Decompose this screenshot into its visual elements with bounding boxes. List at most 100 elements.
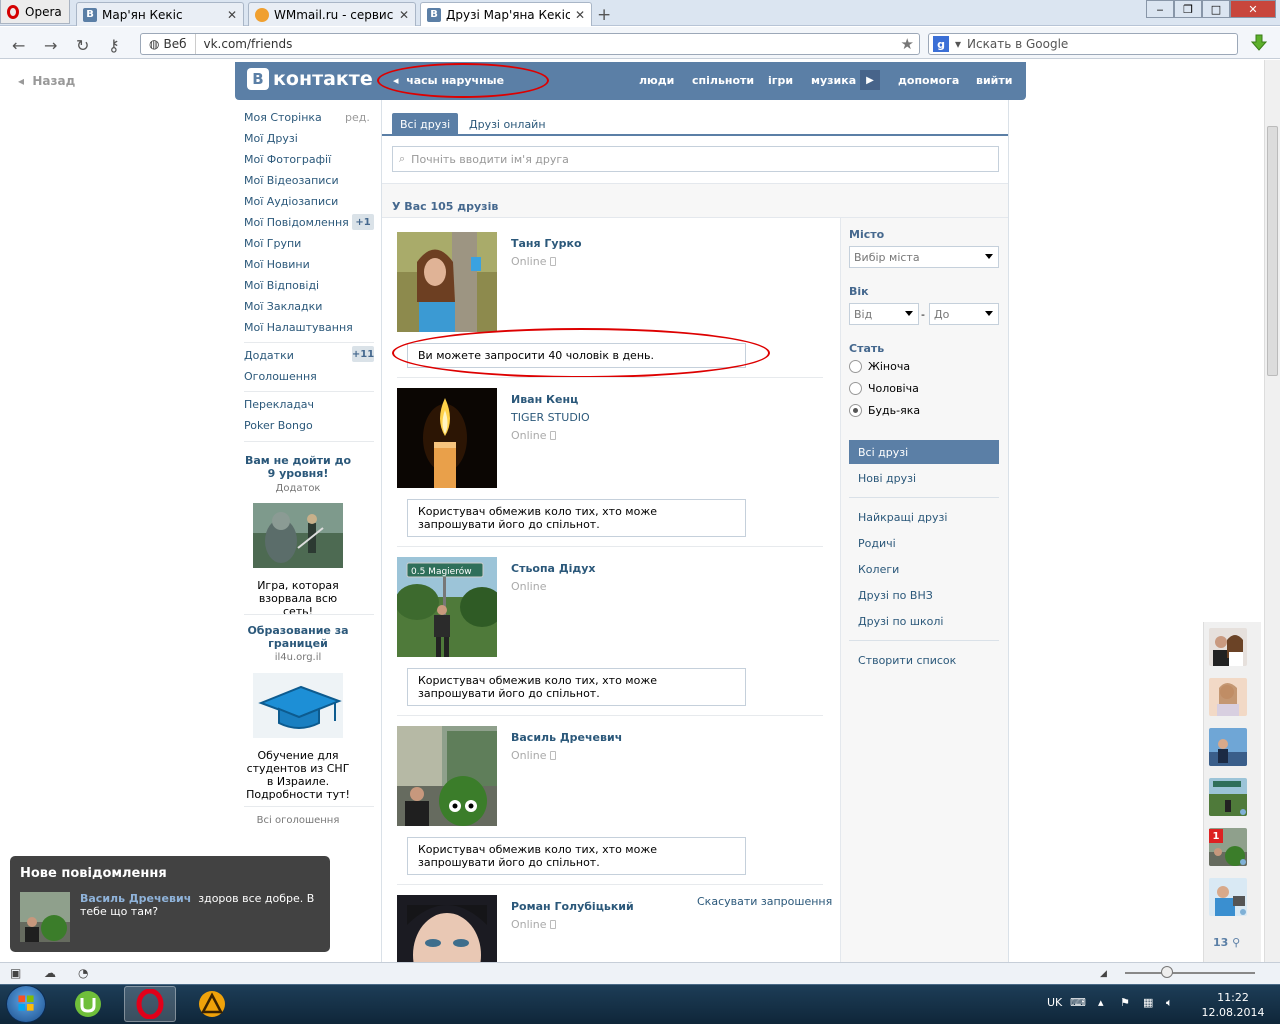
friend-avatar[interactable] [397, 726, 497, 826]
nav-music[interactable]: музика [811, 74, 856, 87]
friend-avatar[interactable] [397, 232, 497, 332]
list-all-friends[interactable]: Всі друзі [849, 440, 999, 464]
nav-people[interactable]: люди [639, 74, 674, 87]
keyboard-icon[interactable]: ⌨ [1070, 996, 1086, 1009]
cancel-invite-link[interactable]: Скасувати запрошення [697, 895, 832, 908]
tab-2[interactable]: WMmail.ru - сервис п... ✕ [248, 2, 416, 26]
taskbar-clock[interactable]: 11:22 12.08.2014 [1198, 990, 1268, 1020]
tab-all-friends[interactable]: Всі друзі [392, 113, 459, 135]
ad-1-title[interactable]: Вам не дойти до 9 уровня! [244, 454, 352, 480]
online-count[interactable]: 13 ⚲ [1213, 936, 1240, 949]
minimize-button[interactable]: ‒ [1146, 0, 1174, 18]
aimp-taskbar-button[interactable] [186, 986, 238, 1022]
page-scrollbar[interactable] [1264, 60, 1280, 962]
age-to-select[interactable]: До [929, 303, 999, 325]
friend-avatar[interactable] [397, 388, 497, 488]
nav-apps[interactable]: Додатки [244, 349, 294, 362]
nav-my-news[interactable]: Мої Новини [244, 258, 310, 271]
download-icon[interactable] [1250, 34, 1268, 52]
notification-avatar[interactable] [20, 892, 70, 942]
ad-2-image[interactable] [253, 673, 343, 738]
url-text[interactable]: vk.com/friends [196, 37, 293, 51]
radio-female[interactable]: Жіноча [849, 360, 910, 373]
list-relatives[interactable]: Родичі [858, 537, 896, 550]
age-from-select[interactable]: Від [849, 303, 919, 325]
address-mode[interactable]: ◍ Веб [141, 34, 196, 54]
nav-poker-bongo[interactable]: Poker Bongo [244, 419, 313, 432]
search-field[interactable]: g ▾ Искать в Google [928, 33, 1238, 55]
opera-menu-button[interactable]: Opera [0, 0, 70, 24]
cloud-icon[interactable]: ☁ [44, 966, 56, 980]
ad-1-text[interactable]: Игра, которая взорвала всю сеть! [244, 579, 352, 618]
nav-my-audio[interactable]: Мої Аудіозаписи [244, 195, 338, 208]
friend-name[interactable]: Роман Голубіцький [511, 900, 634, 913]
friend-name[interactable]: Иван Кенц [511, 393, 578, 406]
close-tab-icon[interactable]: ✕ [575, 8, 585, 22]
tray-expand-icon[interactable]: ▴ [1098, 996, 1104, 1009]
nav-my-groups[interactable]: Мої Групи [244, 237, 301, 250]
nav-my-videos[interactable]: Мої Відеозаписи [244, 174, 339, 187]
nav-my-messages[interactable]: Мої Повідомлення [244, 216, 349, 229]
tab-3[interactable]: B Друзі Мар'яна Кекіса |... ✕ [420, 2, 592, 26]
friend-name[interactable]: Стьопа Дідух [511, 562, 596, 575]
radio-male[interactable]: Чоловіча [849, 382, 919, 395]
nav-my-page[interactable]: Моя Сторінка [244, 111, 322, 124]
nav-logout[interactable]: вийти [976, 74, 1012, 87]
action-center-flag-icon[interactable]: ⚑ [1120, 996, 1130, 1009]
list-school[interactable]: Друзі по школі [858, 615, 943, 628]
vk-logo[interactable]: B контакте [247, 68, 373, 90]
ad-2-text[interactable]: Обучение для студентов из СНГ в Израиле.… [244, 749, 352, 801]
radio-circle-selected[interactable] [849, 404, 862, 417]
nav-games[interactable]: ігри [768, 74, 793, 87]
address-bar[interactable]: ◍ Веб vk.com/friends ★ [140, 33, 920, 55]
radio-circle[interactable] [849, 382, 862, 395]
friend-avatar[interactable] [397, 895, 497, 962]
online-friend-avatar[interactable] [1209, 678, 1247, 716]
new-tab-button[interactable]: + [597, 5, 611, 25]
create-list-link[interactable]: Створити список [858, 654, 956, 667]
ad-1-image[interactable] [253, 503, 343, 568]
forward-arrow-icon[interactable]: → [44, 36, 57, 55]
nav-my-answers[interactable]: Мої Відповіді [244, 279, 319, 292]
nav-translator[interactable]: Перекладач [244, 398, 314, 411]
utorrent-taskbar-button[interactable] [62, 986, 114, 1022]
all-ads-link[interactable]: Всі оголошення [244, 815, 352, 826]
language-indicator[interactable]: UK [1047, 996, 1062, 1009]
friend-occupation[interactable]: TIGER STUDIO [511, 411, 590, 424]
nav-ads[interactable]: Оголошення [244, 370, 317, 383]
reload-icon[interactable]: ↻ [76, 36, 89, 55]
radio-any[interactable]: Будь-яка [849, 404, 920, 417]
key-icon[interactable]: ⚷ [108, 36, 120, 55]
restore-button[interactable]: ❐ [1174, 0, 1202, 18]
nav-help[interactable]: допомога [898, 74, 959, 87]
radio-circle[interactable] [849, 360, 862, 373]
nav-my-friends[interactable]: Мої Друзі [244, 132, 298, 145]
nav-my-settings[interactable]: Мої Налаштування [244, 321, 353, 334]
scrollbar-thumb[interactable] [1267, 126, 1278, 376]
edit-link[interactable]: ред. [345, 111, 370, 124]
bookmark-star-icon[interactable]: ★ [901, 35, 914, 53]
maximize-button[interactable]: □ [1202, 0, 1230, 18]
notification-sender[interactable]: Василь Дречевич [80, 892, 191, 905]
friend-name[interactable]: Таня Гурко [511, 237, 582, 250]
friend-search-input[interactable]: ⌕ Почніть вводити ім'я друга [392, 146, 999, 172]
zoom-slider[interactable] [1125, 972, 1255, 974]
chevron-down-icon[interactable]: ▾ [955, 37, 961, 51]
messages-count-badge[interactable]: +1 [352, 214, 374, 230]
back-arrow-icon[interactable]: ← [12, 36, 25, 55]
zoom-slider-thumb[interactable] [1161, 966, 1173, 978]
list-best-friends[interactable]: Найкращі друзі [858, 511, 947, 524]
close-window-button[interactable]: ✕ [1230, 0, 1276, 18]
play-icon[interactable]: ▶ [860, 70, 880, 90]
back-link[interactable]: ◂ Назад [18, 74, 75, 88]
online-friend-avatar[interactable] [1209, 728, 1247, 766]
list-new-friends[interactable]: Нові друзі [858, 472, 916, 485]
panel-toggle-icon[interactable]: ▣ [10, 966, 21, 980]
close-tab-icon[interactable]: ✕ [399, 8, 409, 22]
friend-avatar[interactable]: 0.5 Magierów [397, 557, 497, 657]
nav-communities[interactable]: спільноти [692, 74, 754, 87]
network-icon[interactable]: ▦ [1143, 996, 1153, 1009]
close-tab-icon[interactable]: ✕ [227, 8, 237, 22]
start-button[interactable] [6, 985, 46, 1023]
list-colleagues[interactable]: Колеги [858, 563, 899, 576]
